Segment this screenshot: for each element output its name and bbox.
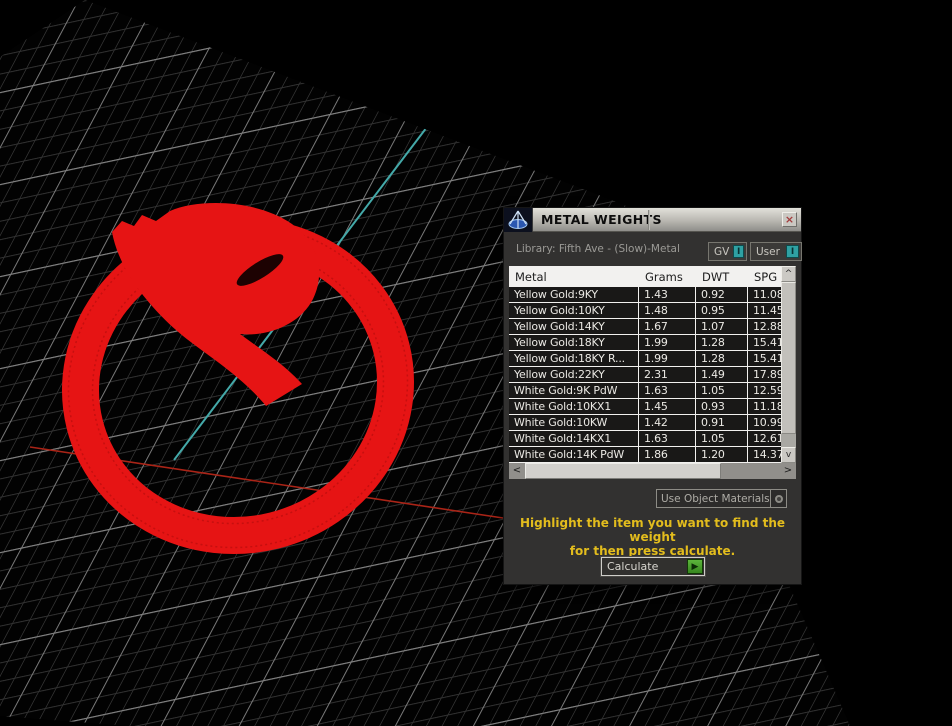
- cell-metal: White Gold:14KX1: [509, 431, 639, 447]
- cell-metal: White Gold:9K PdW: [509, 383, 639, 399]
- table-row[interactable]: White Gold:10KX1 1.45 0.93 11.18: [509, 399, 781, 415]
- play-icon: ▶: [687, 559, 703, 574]
- table-row[interactable]: Yellow Gold:14KY 1.67 1.07 12.88: [509, 319, 781, 335]
- library-label: Library: Fifth Ave - (Slow)-Metal: [516, 243, 680, 255]
- cell-dwt: 1.49: [696, 367, 748, 383]
- scene-3d[interactable]: [0, 0, 952, 726]
- viewport[interactable]: METAL WEIGHTS × Library: Fifth Ave - (Sl…: [0, 0, 952, 726]
- cell-grams: 1.99: [639, 335, 696, 351]
- scroll-up-icon[interactable]: ^: [781, 266, 796, 282]
- cell-spg: 11.08: [748, 287, 781, 303]
- header-dwt[interactable]: DWT: [696, 266, 748, 287]
- cell-dwt: 1.07: [696, 319, 748, 335]
- table-row[interactable]: White Gold:9K PdW 1.63 1.05 12.59: [509, 383, 781, 399]
- cell-dwt: 0.92: [696, 287, 748, 303]
- circle-icon: [774, 494, 783, 503]
- instruction-text: Highlight the item you want to find the …: [519, 516, 786, 558]
- cell-dwt: 1.05: [696, 431, 748, 447]
- table-row[interactable]: Yellow Gold:10KY 1.48 0.95 11.45: [509, 303, 781, 319]
- cell-dwt: 0.95: [696, 303, 748, 319]
- cell-spg: 11.45: [748, 303, 781, 319]
- cell-dwt: 1.20: [696, 447, 748, 463]
- cell-spg: 12.88: [748, 319, 781, 335]
- cell-grams: 1.43: [639, 287, 696, 303]
- cell-spg: 14.37: [748, 447, 781, 463]
- cell-spg: 12.61: [748, 431, 781, 447]
- cell-grams: 1.63: [639, 383, 696, 399]
- cell-spg: 15.41: [748, 335, 781, 351]
- metal-table: Metal Grams DWT SPG Yellow Gold:9KY 1.43…: [509, 266, 796, 479]
- dropdown-button[interactable]: [770, 490, 786, 507]
- cell-grams: 1.86: [639, 447, 696, 463]
- cell-spg: 17.89: [748, 367, 781, 383]
- vertical-scrollbar[interactable]: ^ v: [781, 266, 796, 463]
- table-row[interactable]: Yellow Gold:18KY 1.99 1.28 15.41: [509, 335, 781, 351]
- scroll-right-icon[interactable]: >: [780, 463, 796, 479]
- cell-dwt: 1.05: [696, 383, 748, 399]
- cell-spg: 15.41: [748, 351, 781, 367]
- cell-metal: Yellow Gold:18KY: [509, 335, 639, 351]
- cell-grams: 1.99: [639, 351, 696, 367]
- cell-grams: 1.42: [639, 415, 696, 431]
- dialog-title: METAL WEIGHTS: [541, 212, 662, 227]
- table-row[interactable]: White Gold:14KX1 1.63 1.05 12.61: [509, 431, 781, 447]
- cell-spg: 11.18: [748, 399, 781, 415]
- cell-spg: 12.59: [748, 383, 781, 399]
- table-row[interactable]: White Gold:14K PdW 1.86 1.20 14.37: [509, 447, 781, 463]
- cell-dwt: 1.28: [696, 351, 748, 367]
- cell-grams: 2.31: [639, 367, 696, 383]
- gv-toggle-icon[interactable]: I: [733, 245, 744, 258]
- cell-dwt: 1.28: [696, 335, 748, 351]
- metal-weights-dialog: METAL WEIGHTS × Library: Fifth Ave - (Sl…: [503, 207, 802, 585]
- app-logo-icon: [504, 208, 533, 232]
- header-grams[interactable]: Grams: [639, 266, 696, 287]
- dropdown-label: Use Object Materials: [661, 492, 770, 505]
- cell-metal: White Gold:10KX1: [509, 399, 639, 415]
- table-row[interactable]: Yellow Gold:22KY 2.31 1.49 17.89: [509, 367, 781, 383]
- table-row[interactable]: Yellow Gold:9KY 1.43 0.92 11.08: [509, 287, 781, 303]
- user-toggle-icon[interactable]: I: [786, 245, 799, 258]
- table-body: Yellow Gold:9KY 1.43 0.92 11.08 Yellow G…: [509, 287, 781, 463]
- calculate-label: Calculate: [607, 560, 659, 573]
- horizontal-scrollbar[interactable]: < >: [509, 463, 796, 479]
- scroll-left-icon[interactable]: <: [509, 463, 525, 479]
- cell-dwt: 0.93: [696, 399, 748, 415]
- cell-grams: 1.48: [639, 303, 696, 319]
- cell-metal: Yellow Gold:9KY: [509, 287, 639, 303]
- cell-grams: 1.45: [639, 399, 696, 415]
- cell-grams: 1.63: [639, 431, 696, 447]
- titlebar-divider: [648, 210, 650, 230]
- cell-dwt: 0.91: [696, 415, 748, 431]
- library-row: Library: Fifth Ave - (Slow)-Metal GV I U…: [504, 233, 802, 265]
- table-row[interactable]: White Gold:10KW 1.42 0.91 10.99: [509, 415, 781, 431]
- cell-metal: Yellow Gold:10KY: [509, 303, 639, 319]
- cell-spg: 10.99: [748, 415, 781, 431]
- calculate-button[interactable]: Calculate ▶: [600, 556, 706, 577]
- cell-metal: Yellow Gold:18KY R...: [509, 351, 639, 367]
- header-spg[interactable]: SPG: [748, 266, 781, 287]
- use-object-materials-dropdown[interactable]: Use Object Materials: [656, 489, 787, 508]
- header-metal[interactable]: Metal: [509, 266, 639, 287]
- dialog-titlebar[interactable]: METAL WEIGHTS ×: [504, 208, 801, 232]
- horizontal-scroll-thumb[interactable]: [525, 463, 721, 479]
- cell-metal: White Gold:14K PdW: [509, 447, 639, 463]
- gv-button[interactable]: GV I: [708, 242, 747, 261]
- user-button[interactable]: User I: [750, 242, 802, 261]
- cell-metal: White Gold:10KW: [509, 415, 639, 431]
- cell-metal: Yellow Gold:22KY: [509, 367, 639, 383]
- table-header-row: Metal Grams DWT SPG: [509, 266, 781, 287]
- cell-grams: 1.67: [639, 319, 696, 335]
- table-row[interactable]: Yellow Gold:18KY R... 1.99 1.28 15.41: [509, 351, 781, 367]
- vertical-scroll-thumb[interactable]: [781, 282, 796, 434]
- close-button[interactable]: ×: [782, 212, 797, 227]
- scroll-down-icon[interactable]: v: [781, 447, 796, 463]
- cell-metal: Yellow Gold:14KY: [509, 319, 639, 335]
